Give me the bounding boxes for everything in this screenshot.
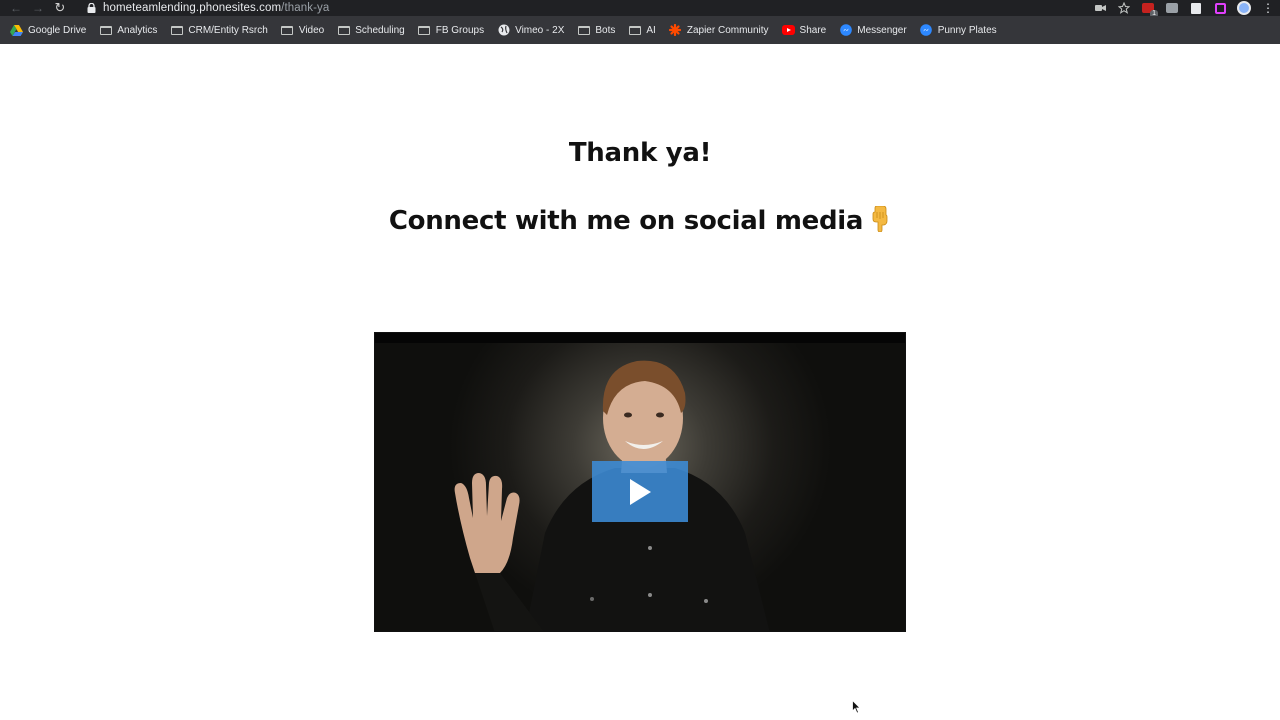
messenger-icon (839, 24, 852, 36)
page-content: Thank ya! Connect with me on social medi… (0, 44, 1280, 720)
folder-icon (628, 25, 641, 36)
bookmark-label: Analytics (117, 24, 158, 36)
folder-icon (170, 25, 183, 36)
globe-icon (497, 24, 510, 36)
folder-icon (577, 25, 590, 36)
bookmark-item[interactable]: AI (628, 16, 656, 44)
bookmark-label: Bots (595, 24, 616, 36)
menu-kebab-icon[interactable]: ⋮ (1256, 0, 1280, 16)
camera-icon[interactable] (1088, 0, 1112, 16)
url-field[interactable]: hometeamlending.phonesites.com/thank-ya (103, 2, 329, 14)
video-player[interactable] (374, 332, 906, 632)
bookmark-label: Zapier Community (686, 24, 769, 36)
bookmark-item[interactable]: Punny Plates (920, 16, 997, 44)
profile-avatar[interactable] (1232, 0, 1256, 16)
extension-pink-icon[interactable] (1208, 0, 1232, 16)
bookmark-item[interactable]: Google Drive (10, 16, 86, 44)
bookmark-item[interactable]: FB Groups (418, 16, 484, 44)
bookmark-label: CRM/Entity Rsrch (188, 24, 268, 36)
bookmark-item[interactable]: Analytics (99, 16, 157, 44)
bookmark-label: Punny Plates (937, 24, 997, 36)
pointing-down-hand-icon (869, 205, 891, 233)
bookmark-label: FB Groups (435, 24, 485, 36)
url-host: hometeamlending.phonesites.com (103, 2, 282, 14)
play-button[interactable] (592, 461, 688, 522)
page-subtitle: Connect with me on social media (0, 205, 1280, 236)
star-icon[interactable] (1112, 0, 1136, 16)
bookmark-label: Google Drive (28, 24, 87, 36)
page-title: Thank ya! (568, 138, 712, 168)
bookmark-item[interactable]: Scheduling (337, 16, 405, 44)
bookmark-item[interactable]: Vimeo - 2X (497, 16, 564, 44)
browser-toolbar-right: 1 ⋮ (1088, 0, 1280, 18)
extension-doc-icon[interactable] (1184, 0, 1208, 16)
folder-icon (337, 25, 350, 36)
bookmark-item[interactable]: Video (281, 16, 324, 44)
bookmark-label: Messenger (857, 24, 907, 36)
back-arrow-icon[interactable]: ← (5, 0, 27, 16)
bookmark-label: Vimeo - 2X (515, 24, 565, 36)
extension-gray-icon[interactable] (1160, 0, 1184, 16)
forward-arrow-icon[interactable]: → (27, 0, 49, 16)
url-path: /thank-ya (281, 2, 330, 14)
google-drive-icon (10, 24, 23, 36)
bookmark-item[interactable]: CRM/Entity Rsrch (170, 16, 268, 44)
folder-icon (281, 25, 294, 36)
bookmark-label: Scheduling (355, 24, 405, 36)
play-icon (630, 478, 651, 505)
mouse-cursor-icon (852, 700, 861, 714)
folder-icon (418, 25, 431, 36)
bookmark-label: Video (298, 24, 325, 36)
lock-icon (87, 3, 97, 13)
bookmark-label: AI (646, 24, 656, 36)
youtube-icon (781, 25, 795, 36)
bookmark-item[interactable]: Messenger (839, 16, 907, 44)
bookmarks-bar: Google Drive Analytics CRM/Entity Rsrch Vid… (0, 16, 1280, 44)
bookmark-item[interactable]: Share (781, 16, 827, 44)
bookmark-label: Share (799, 24, 827, 36)
extension-mail-icon[interactable]: 1 (1136, 0, 1160, 18)
reload-icon[interactable]: ↻ (49, 0, 71, 16)
zapier-icon (669, 24, 682, 36)
folder-icon (99, 25, 112, 36)
subtitle-text: Connect with me on social media (388, 206, 864, 236)
browser-address-bar: ← → ↻ hometeamlending.phonesites.com/tha… (0, 0, 1280, 18)
bookmark-item[interactable]: Bots (577, 16, 615, 44)
bookmark-item[interactable]: Zapier Community (669, 16, 769, 44)
messenger-icon (920, 24, 933, 36)
